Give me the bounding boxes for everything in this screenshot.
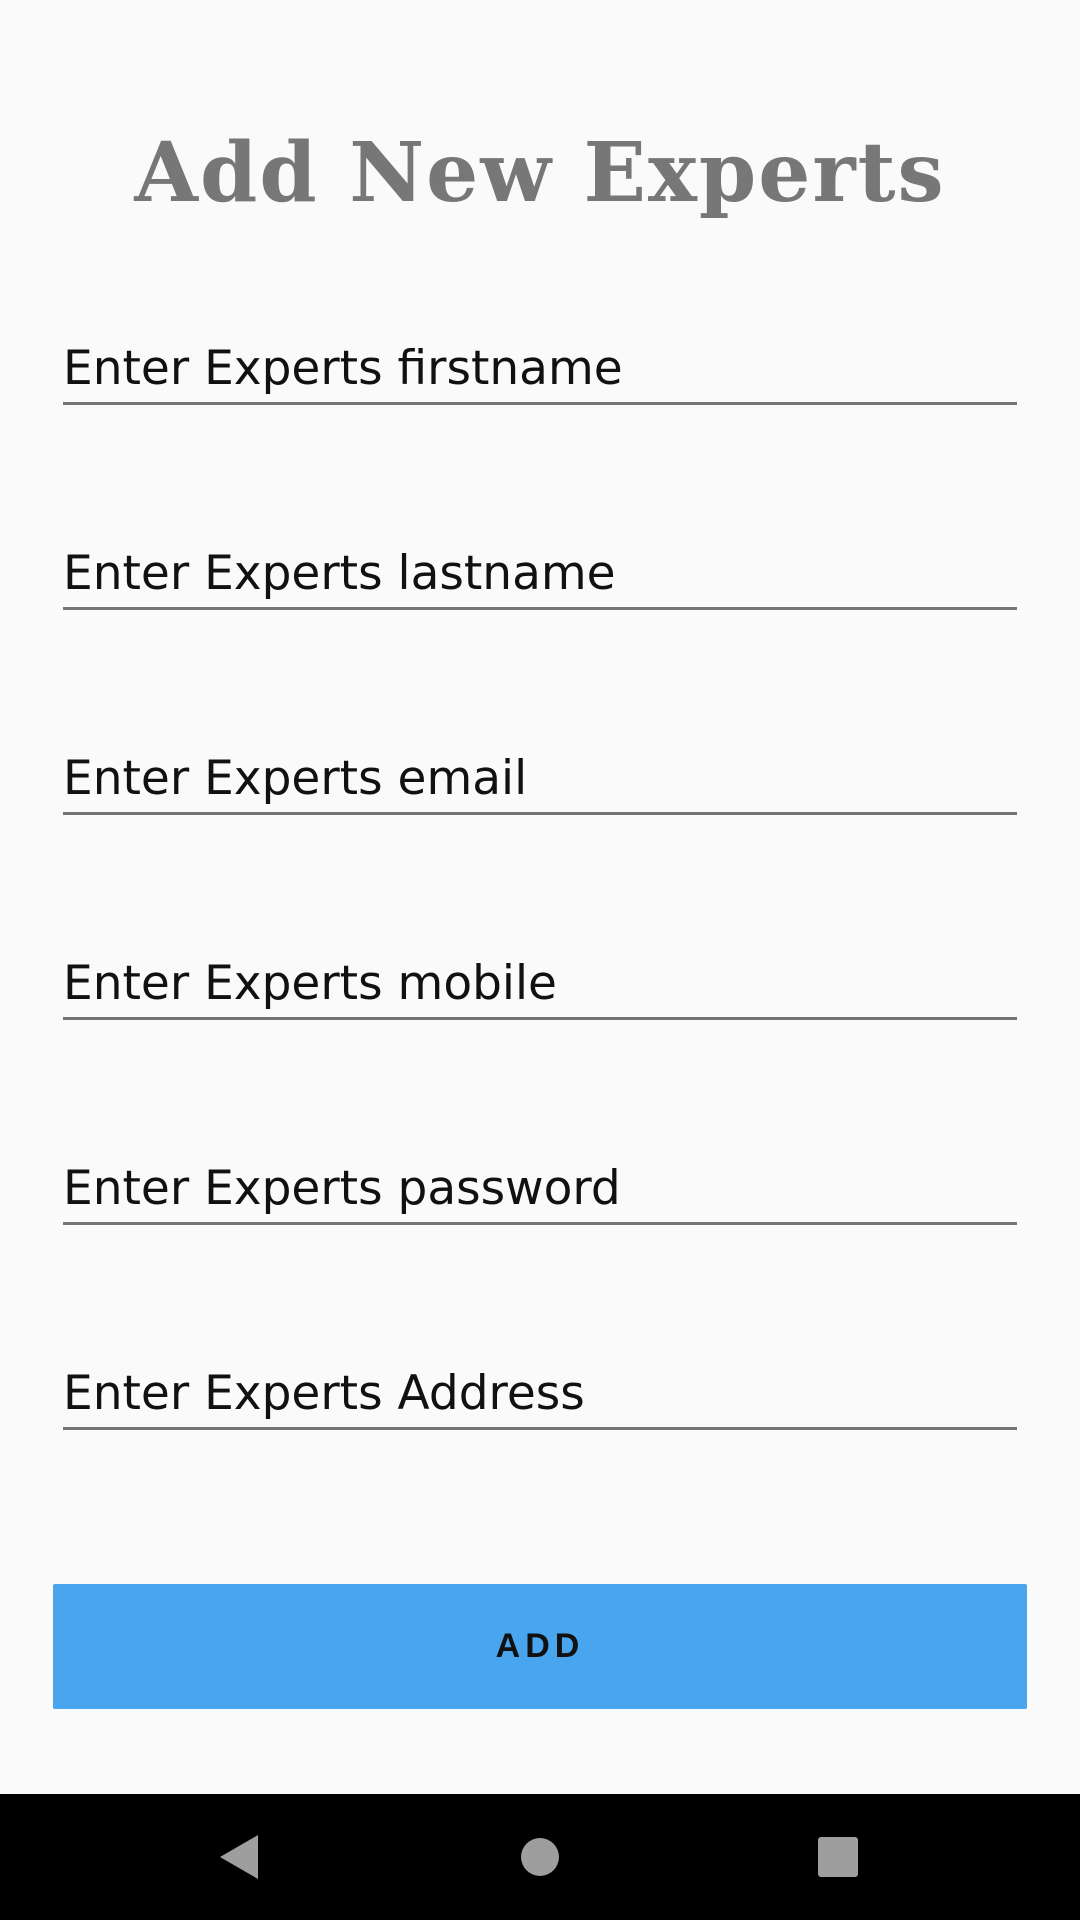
lastname-field[interactable]	[63, 540, 1017, 610]
firstname-field[interactable]	[63, 335, 1017, 405]
password-field[interactable]	[63, 1155, 1017, 1225]
nav-home-button[interactable]	[475, 1794, 605, 1920]
system-navigation-bar	[0, 1794, 1080, 1920]
nav-recents-button[interactable]	[773, 1794, 903, 1920]
home-circle-icon	[521, 1838, 559, 1876]
back-triangle-icon	[220, 1835, 258, 1879]
mobile-field[interactable]	[63, 950, 1017, 1020]
lastname-input[interactable]	[63, 540, 1017, 606]
address-input[interactable]	[63, 1360, 1017, 1426]
email-field[interactable]	[63, 745, 1017, 815]
address-field[interactable]	[63, 1360, 1017, 1430]
firstname-input[interactable]	[63, 335, 1017, 401]
recents-square-icon	[818, 1837, 858, 1877]
add-button[interactable]: ADD	[53, 1584, 1027, 1709]
email-input[interactable]	[63, 745, 1017, 811]
nav-back-button[interactable]	[174, 1794, 304, 1920]
add-experts-screen: Add New Experts ADD	[0, 0, 1080, 1920]
page-title: Add New Experts	[134, 125, 946, 221]
password-input[interactable]	[63, 1155, 1017, 1221]
mobile-input[interactable]	[63, 950, 1017, 1016]
